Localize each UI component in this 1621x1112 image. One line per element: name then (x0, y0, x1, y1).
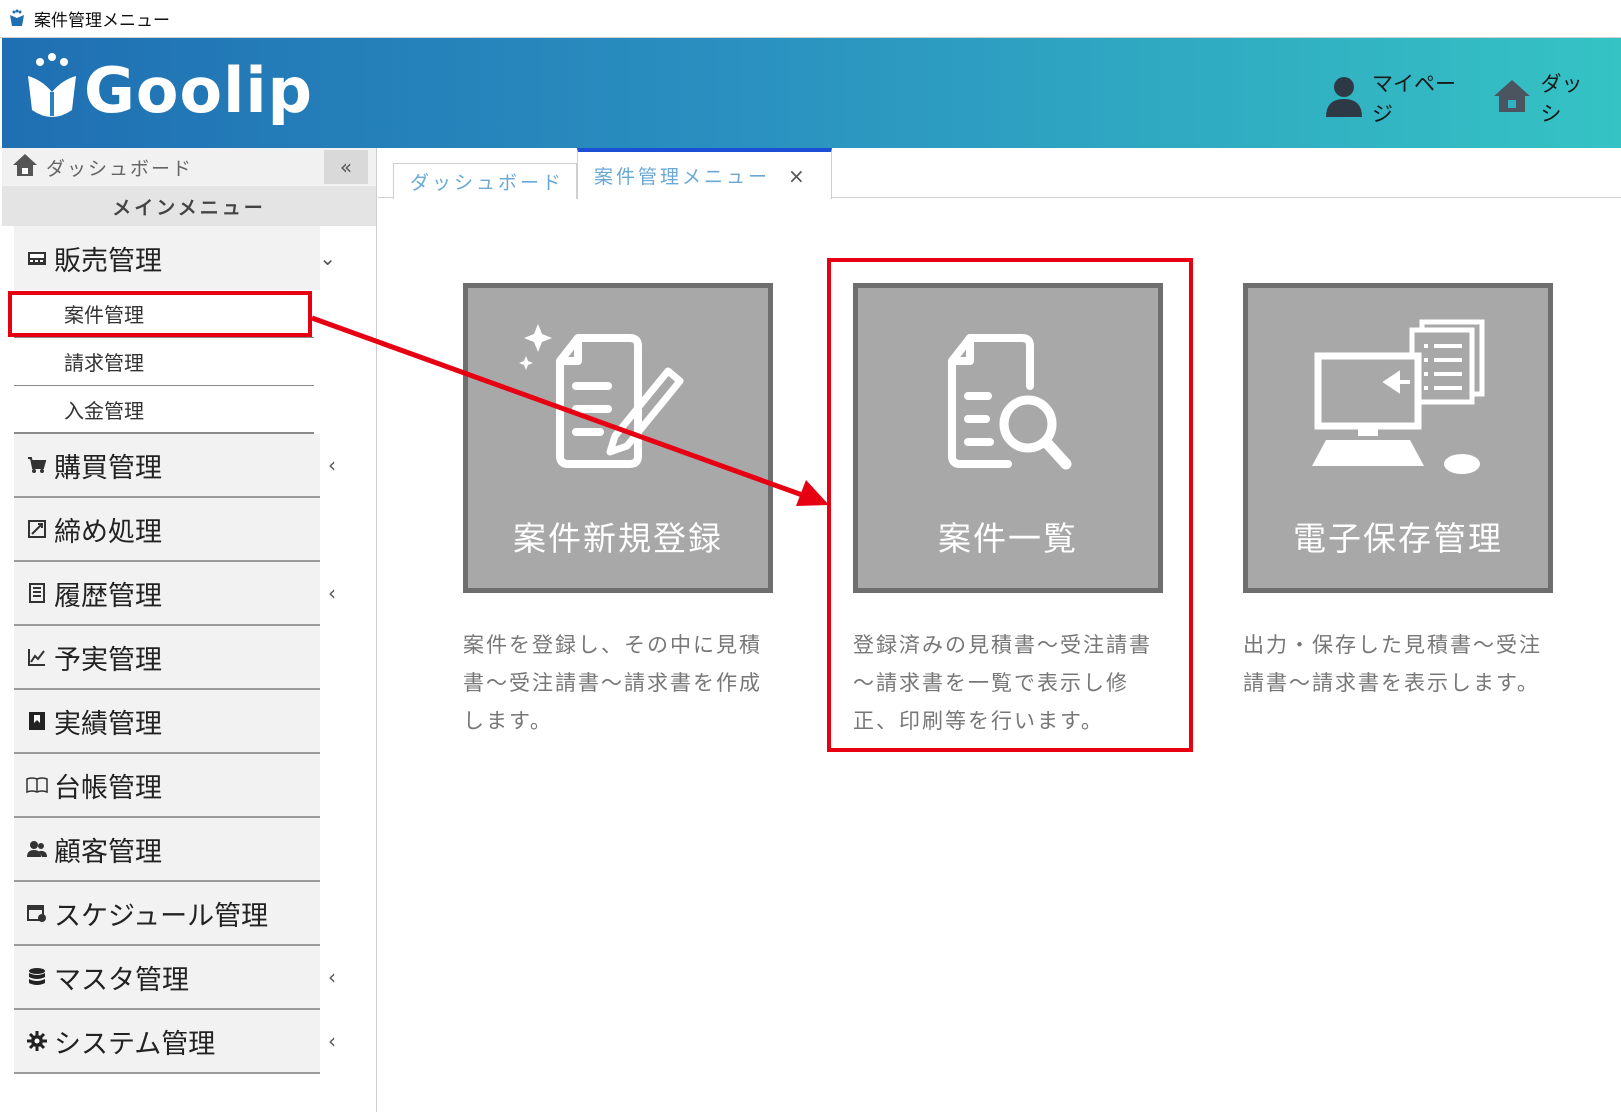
goolip-logo[interactable]: Goolip (24, 52, 313, 128)
card-desc-line: します。 (463, 709, 553, 733)
database-icon (24, 967, 50, 987)
sidebar-item-label: 実績管理 (54, 708, 162, 740)
sidebar-item-sales[interactable]: 販売管理 ⌄ (14, 226, 336, 290)
calendar-icon (24, 903, 50, 923)
computer-storage-icon (1312, 319, 1485, 474)
chevron-down-icon: ⌄ (319, 246, 336, 270)
sidebar-item-ledger[interactable]: 台帳管理 (14, 754, 320, 818)
card-description: 出力・保存した見積書～受注 請書～請求書を表示します。 (1243, 626, 1559, 702)
sidebar-dashboard-label: ダッシュボード (46, 157, 194, 180)
sidebar-item-label: 台帳管理 (54, 772, 162, 804)
bookmark-icon (24, 711, 50, 731)
user-icon (1324, 75, 1364, 121)
header-nav: マイページ ダッシ (1324, 68, 1621, 128)
card-desc-line: 出力・保存した見積書～受注 (1243, 633, 1542, 657)
submenu-item-payment[interactable]: 入金管理 (14, 386, 314, 434)
card-e-storage[interactable]: 電子保存管理 (1243, 283, 1553, 593)
mypage-link[interactable]: マイページ (1324, 68, 1470, 128)
dashboard-label: ダッシ (1540, 72, 1583, 126)
sidebar-item-label: 顧客管理 (54, 836, 162, 868)
sidebar-item-budget[interactable]: 予実管理 (14, 626, 320, 690)
sidebar-item-schedule[interactable]: スケジュール管理 (14, 882, 320, 946)
sidebar-item-label: スケジュール管理 (54, 900, 269, 932)
close-icon[interactable]: × (788, 164, 805, 188)
sidebar-item-customers[interactable]: 顧客管理 (14, 818, 320, 882)
highlight-box-project-list (827, 258, 1193, 752)
card-desc-line: 請書～請求書を表示します。 (1243, 671, 1540, 695)
card-desc-line: 書～受注請書～請求書を作成 (463, 671, 762, 695)
sidebar-item-purchasing[interactable]: 購買管理 ‹ (14, 434, 336, 498)
tab-dashboard[interactable]: ダッシュボード (393, 163, 577, 199)
chart-icon (24, 647, 50, 667)
card-title: 電子保存管理 (1293, 519, 1503, 558)
app-logo-icon (6, 8, 28, 30)
app-header: Goolip マイページ ダッシ (2, 38, 1621, 148)
history-icon (24, 583, 50, 603)
chevron-left-icon: ‹ (328, 581, 336, 605)
sidebar-dashboard-link[interactable]: ダッシュボード (2, 153, 193, 181)
logo-text: Goolip (84, 53, 313, 127)
card-title: 案件新規登録 (513, 519, 723, 558)
customers-icon (24, 840, 50, 858)
sidebar-item-results[interactable]: 実績管理 (14, 690, 320, 754)
highlight-box-submenu (8, 291, 312, 337)
card-new-project[interactable]: 案件新規登録 (463, 283, 773, 593)
register-icon (24, 249, 50, 267)
dashboard-link[interactable]: ダッシ (1492, 68, 1599, 128)
logo-mark-icon (24, 52, 80, 128)
card-desc-line: 案件を登録し、その中に見積 (463, 633, 762, 657)
tab-bar: ダッシュボード 案件管理メニュー × (378, 148, 1621, 199)
gear-icon (24, 1031, 50, 1051)
close-period-icon (24, 519, 50, 539)
sidebar-item-label: 予実管理 (54, 644, 162, 676)
chevron-left-icon: ‹ (328, 1029, 336, 1053)
window-title-bar: 案件管理メニュー (0, 0, 1621, 38)
sidebar-item-label: 販売管理 (54, 245, 162, 277)
sidebar-item-master[interactable]: マスタ管理 ‹ (14, 946, 336, 1010)
chevron-left-icon: ‹ (328, 453, 336, 477)
window-title: 案件管理メニュー (34, 11, 170, 31)
sidebar-item-system[interactable]: システム管理 ‹ (14, 1010, 336, 1074)
chevron-left-icon: ‹ (328, 965, 336, 989)
card-description: 案件を登録し、その中に見積 書～受注請書～請求書を作成 します。 (463, 626, 779, 740)
mypage-label: マイページ (1372, 72, 1456, 126)
document-edit-icon (519, 324, 684, 468)
sidebar-item-label: システム管理 (54, 1028, 216, 1060)
tab-label: 案件管理メニュー (594, 166, 771, 188)
sidebar-item-label: 履歴管理 (54, 580, 162, 612)
cart-icon (24, 456, 50, 474)
sidebar-item-label: 購買管理 (54, 452, 162, 484)
sidebar-item-history[interactable]: 履歴管理 ‹ (14, 562, 336, 626)
sidebar-item-label: マスタ管理 (54, 964, 189, 996)
tab-label: ダッシュボード (410, 172, 565, 194)
home-icon (12, 153, 38, 181)
sidebar-top-bar: ダッシュボード « (2, 148, 376, 186)
sidebar-item-closing[interactable]: 締め処理 (14, 498, 320, 562)
home-icon (1492, 78, 1532, 118)
book-icon (24, 776, 50, 794)
tab-project-menu[interactable]: 案件管理メニュー × (577, 148, 832, 199)
main-menu-heading: メインメニュー (2, 186, 376, 226)
sidebar-item-label: 締め処理 (54, 516, 162, 548)
sidebar-collapse-button[interactable]: « (324, 150, 368, 184)
submenu-item-billing[interactable]: 請求管理 (14, 338, 314, 386)
